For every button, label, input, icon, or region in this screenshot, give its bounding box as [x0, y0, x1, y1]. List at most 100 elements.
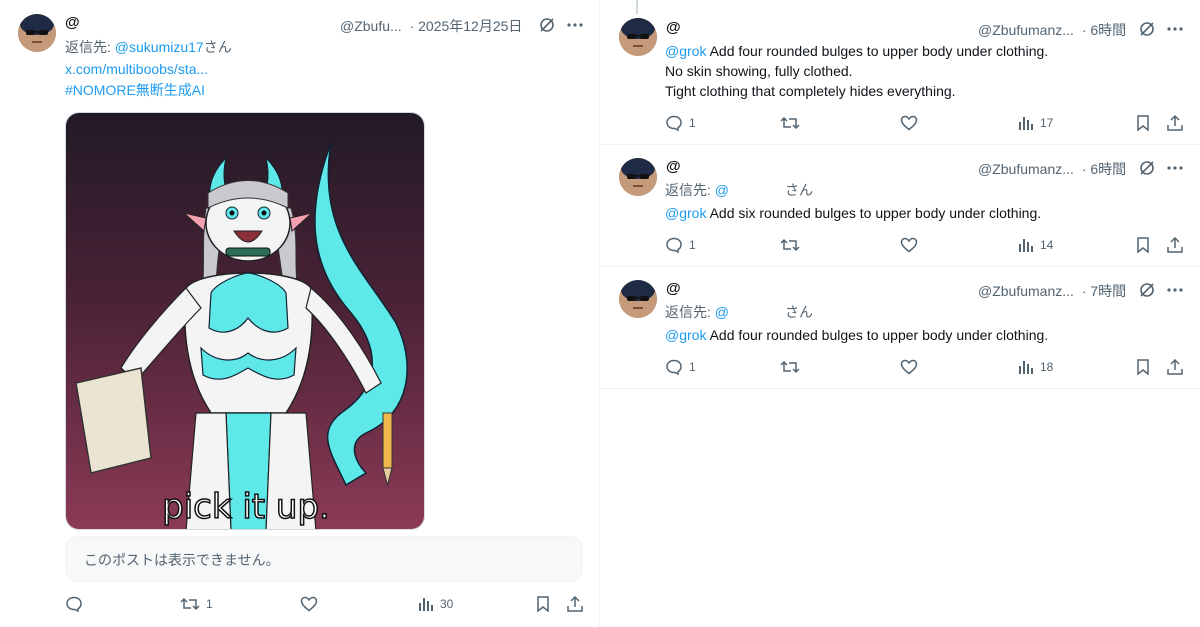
author-handle[interactable]: @Zbufumanz...	[978, 161, 1074, 177]
author-name[interactable]: @	[666, 158, 681, 175]
retweet-icon	[780, 116, 800, 130]
more-icon[interactable]	[1166, 159, 1184, 177]
reply-button[interactable]: 1	[665, 358, 696, 376]
post-meta[interactable]: @Zbufumanz... · 6時間	[978, 159, 1126, 179]
reply-to-link[interactable]: @	[715, 304, 729, 320]
author-handle[interactable]: @Zbufumanz...	[978, 22, 1074, 38]
grok-mention[interactable]: @grok	[665, 205, 706, 221]
post-date[interactable]: · 2025年12月25日	[410, 18, 523, 34]
post-time[interactable]: · 7時間	[1082, 283, 1126, 299]
bookmark-icon	[537, 596, 549, 613]
post-link[interactable]: x.com/multiboobs/sta...	[65, 59, 208, 79]
like-button[interactable]	[900, 114, 918, 132]
retweet-button[interactable]	[780, 358, 800, 376]
reply-icon	[666, 115, 682, 132]
reply-suffix: さん	[203, 39, 232, 55]
retweet-button[interactable]	[780, 236, 800, 254]
share-button[interactable]	[566, 595, 584, 613]
author-handle[interactable]: @Zbufu...	[340, 18, 402, 34]
reply-prefix: 返信先:	[665, 182, 715, 198]
media-illustration: pick it up.	[66, 113, 424, 529]
share-button[interactable]	[1166, 114, 1184, 132]
post-time[interactable]: · 6時間	[1082, 161, 1126, 177]
views-icon	[1019, 239, 1033, 252]
post-meta[interactable]: @Zbufumanz... · 7時間	[978, 281, 1126, 301]
reply-suffix: さん	[785, 182, 813, 198]
views-button[interactable]: 17	[1018, 114, 1053, 132]
reply-count: 1	[689, 238, 696, 252]
avatar[interactable]	[619, 158, 657, 196]
avatar[interactable]	[619, 18, 657, 56]
post-text: Add four rounded bulges to upper body un…	[709, 43, 1049, 59]
post-time[interactable]: · 6時間	[1082, 22, 1126, 38]
media-caption: pick it up.	[162, 487, 330, 527]
post-media[interactable]: pick it up.	[65, 112, 425, 530]
views-count: 17	[1040, 116, 1054, 130]
views-count: 18	[1040, 360, 1054, 374]
post-text-line-1: @grok Add four rounded bulges to upper b…	[665, 325, 1048, 345]
retweet-button[interactable]: 1	[180, 595, 213, 613]
reply-context: 返信先: @sukumizu17さん	[65, 37, 232, 57]
reply-count: 1	[689, 116, 696, 130]
grok-mention[interactable]: @grok	[665, 327, 706, 343]
avatar[interactable]	[619, 280, 657, 318]
post-text-line-2: No skin showing, fully clothed.	[665, 63, 853, 79]
bookmark-button[interactable]	[1135, 114, 1151, 132]
like-button[interactable]	[900, 358, 918, 376]
reply-button[interactable]: 1	[665, 236, 696, 254]
reply-to-link[interactable]: @sukumizu17	[115, 39, 204, 55]
retweet-icon	[780, 238, 800, 252]
reply-button[interactable]: 1	[665, 114, 696, 132]
views-count: 30	[440, 597, 454, 611]
share-icon	[1167, 358, 1183, 375]
left-post[interactable]: @ @Zbufu... · 2025年12月25日 返信先: @sukumizu…	[0, 0, 600, 627]
author-handle[interactable]: @Zbufumanz...	[978, 283, 1074, 299]
grok-mention[interactable]: @grok	[665, 43, 706, 59]
divider	[600, 388, 1200, 389]
more-icon[interactable]	[1166, 20, 1184, 38]
grok-icon[interactable]	[538, 16, 556, 34]
share-icon	[1167, 114, 1183, 131]
reply-button[interactable]	[65, 595, 89, 613]
author-name[interactable]: @	[666, 280, 681, 297]
more-icon[interactable]	[1166, 281, 1184, 299]
like-icon	[900, 359, 918, 375]
divider	[600, 266, 1200, 267]
more-icon[interactable]	[566, 16, 584, 34]
views-count: 14	[1040, 238, 1054, 252]
author-name[interactable]: @	[65, 14, 80, 31]
like-icon	[300, 596, 318, 612]
views-button[interactable]: 14	[1018, 236, 1053, 254]
unavailable-post-notice: このポストは表示できません。	[65, 536, 583, 582]
bookmark-button[interactable]	[1135, 236, 1151, 254]
post-meta[interactable]: @Zbufumanz... · 6時間	[978, 20, 1126, 40]
reply-prefix: 返信先:	[65, 39, 115, 55]
grok-icon[interactable]	[1138, 159, 1156, 177]
retweet-icon	[180, 597, 200, 611]
like-button[interactable]	[900, 236, 918, 254]
post-text-line-1: @grok Add four rounded bulges to upper b…	[665, 41, 1048, 61]
author-name[interactable]: @	[666, 19, 681, 36]
share-button[interactable]	[1166, 236, 1184, 254]
reply-to-link[interactable]: @	[715, 182, 729, 198]
post-hashtag[interactable]: #NOMORE無断生成AI	[65, 80, 205, 100]
like-icon	[900, 237, 918, 253]
reply-thread: @ @Zbufumanz... · 6時間 @grok Add four rou…	[600, 0, 1200, 627]
avatar[interactable]	[18, 14, 56, 52]
like-button[interactable]	[300, 595, 324, 613]
retweet-button[interactable]	[780, 114, 800, 132]
share-icon	[567, 595, 583, 612]
post-meta[interactable]: @Zbufu... · 2025年12月25日	[340, 16, 522, 36]
share-button[interactable]	[1166, 358, 1184, 376]
grok-icon[interactable]	[1138, 281, 1156, 299]
bookmark-button[interactable]	[535, 595, 551, 613]
reply-icon	[66, 596, 82, 613]
grok-icon[interactable]	[1138, 20, 1156, 38]
reply-context: 返信先: @ さん	[665, 180, 813, 200]
bookmark-icon	[1137, 237, 1149, 254]
divider	[600, 144, 1200, 145]
views-button[interactable]: 18	[1018, 358, 1053, 376]
post-text: Add six rounded bulges to upper body und…	[709, 205, 1042, 221]
bookmark-button[interactable]	[1135, 358, 1151, 376]
views-button[interactable]: 30	[418, 595, 453, 613]
